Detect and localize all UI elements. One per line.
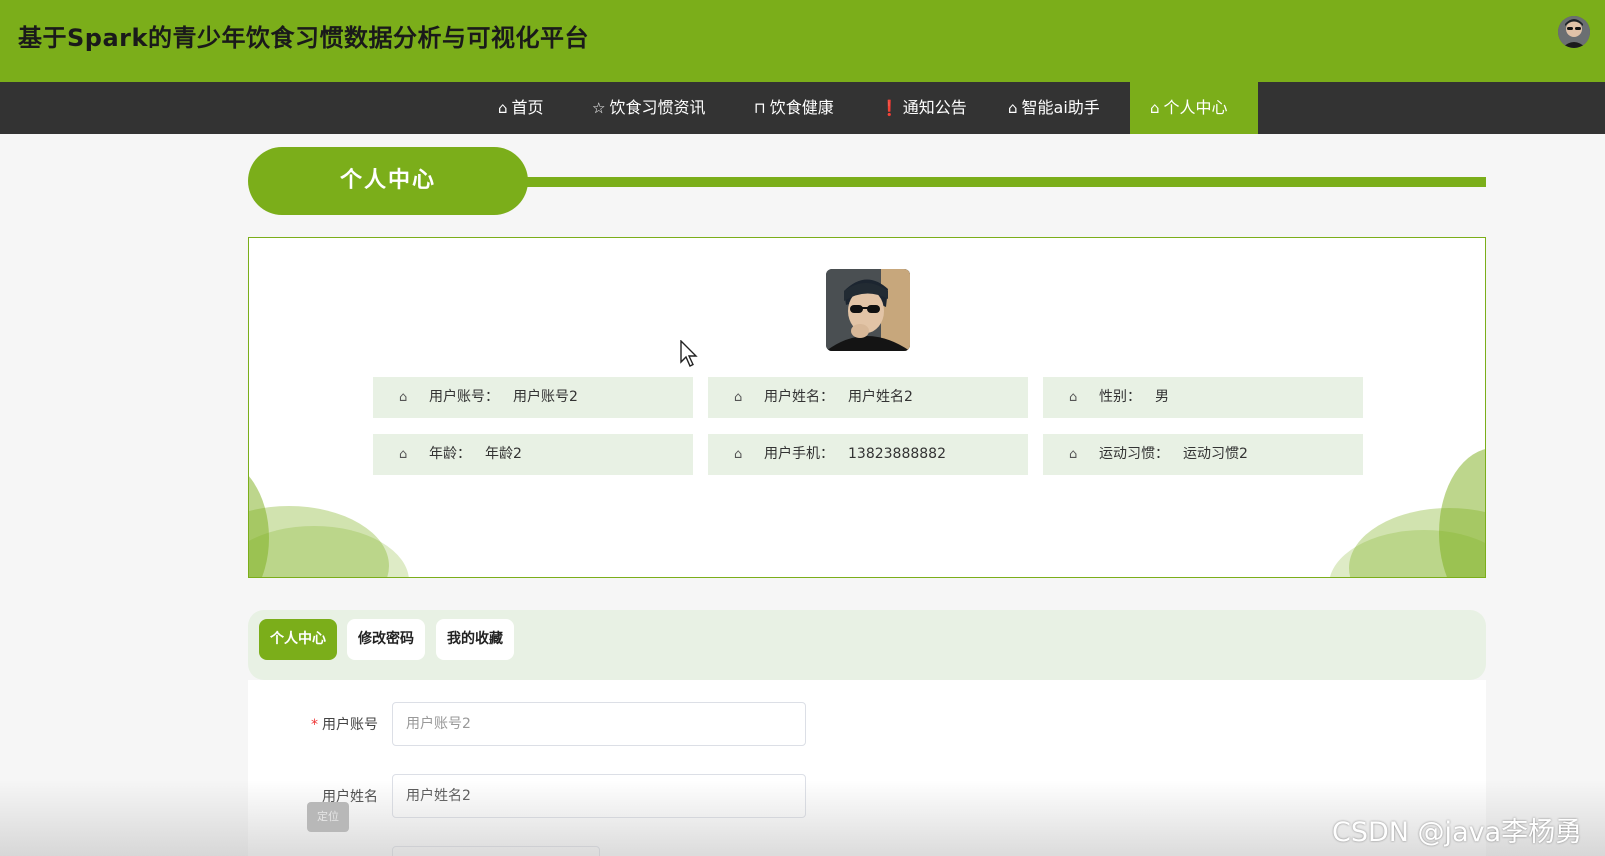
profile-form: * 用户账号 用户账号2 用户姓名 用户姓名2 <box>248 680 1486 856</box>
nav-item-label: 个人中心 <box>1163 98 1228 117</box>
avatar-image <box>1558 16 1590 48</box>
top-header-bar: 基于Spark的青少年饮食习惯数据分析与可视化平台 <box>0 0 1605 82</box>
home-icon: ⌂ <box>734 390 743 405</box>
field-label: 用户手机： <box>764 446 834 462</box>
tab-personal-center[interactable]: 个人中心 <box>259 619 337 660</box>
required-marker: * <box>311 717 318 733</box>
info-field-phone: ⌂ 用户手机： 13823888882 <box>708 434 1028 475</box>
section-header: 个人中心 <box>248 147 1486 215</box>
home-icon: ⌂ <box>399 390 408 405</box>
nav-item-label: 首页 <box>511 98 544 117</box>
nav-item-label: 饮食习惯资讯 <box>609 98 706 117</box>
main-nav: ⌂ 首页 ☆ 饮食习惯资讯 ⊓ 饮食健康 ❗ 通知公告 ⌂ 智能ai助手 ⌂ 个人中心 <box>0 82 1605 134</box>
field-value: 用户姓名2 <box>848 389 913 405</box>
tab-my-favorites[interactable]: 我的收藏 <box>436 619 514 660</box>
info-field-exercise: ⌂ 运动习惯： 运动习惯2 <box>1043 434 1363 475</box>
field-value: 男 <box>1155 389 1169 405</box>
watermark: CSDN @java李杨勇 <box>1332 817 1583 848</box>
info-field-age: ⌂ 年龄： 年龄2 <box>373 434 693 475</box>
home-icon: ⌂ <box>399 447 408 462</box>
field-value: 用户账号2 <box>513 389 578 405</box>
account-input[interactable]: 用户账号2 <box>392 702 806 746</box>
star-icon: ☆ <box>592 99 606 117</box>
nav-item-personal-center[interactable]: ⌂ 个人中心 <box>1130 82 1258 134</box>
profile-avatar <box>826 269 910 351</box>
decor-leaf <box>1439 448 1485 577</box>
field-value: 年龄2 <box>485 446 522 462</box>
account-label: * 用户账号 <box>248 714 378 734</box>
user-avatar[interactable] <box>1558 16 1590 48</box>
field-value: 运动习惯2 <box>1183 446 1248 462</box>
nav-item-label: 饮食健康 <box>769 98 834 117</box>
field-label: 用户姓名： <box>764 389 834 405</box>
nav-item-diet-news[interactable]: ☆ 饮食习惯资讯 <box>572 82 725 134</box>
home-icon: ⌂ <box>498 99 508 117</box>
site-title: 基于Spark的青少年饮食习惯数据分析与可视化平台 <box>18 24 589 52</box>
mouse-cursor-icon <box>680 340 698 367</box>
nav-item-label: 通知公告 <box>902 98 967 117</box>
field-label: 用户账号： <box>429 389 499 405</box>
account-label-text: 用户账号 <box>322 717 378 733</box>
nav-item-notices[interactable]: ❗ 通知公告 <box>860 82 987 134</box>
field-label: 年龄： <box>429 446 471 462</box>
field-label: 性别： <box>1099 389 1141 405</box>
next-field-input[interactable] <box>392 846 600 856</box>
field-label: 运动习惯： <box>1099 446 1169 462</box>
bag-icon: ⊓ <box>754 99 766 117</box>
profile-tabs: 个人中心 修改密码 我的收藏 <box>248 610 1486 680</box>
home-icon: ⌂ <box>1069 390 1078 405</box>
nav-item-label: 智能ai助手 <box>1021 98 1100 117</box>
info-field-name: ⌂ 用户姓名： 用户姓名2 <box>708 377 1028 418</box>
section-divider-line <box>508 177 1486 187</box>
info-field-account: ⌂ 用户账号： 用户账号2 <box>373 377 693 418</box>
nav-item-diet-health[interactable]: ⊓ 饮食健康 <box>734 82 854 134</box>
field-value: 13823888882 <box>848 446 946 462</box>
avatar-image <box>826 269 910 351</box>
tab-change-password[interactable]: 修改密码 <box>347 619 425 660</box>
name-input[interactable]: 用户姓名2 <box>392 774 806 818</box>
home-icon: ⌂ <box>1008 99 1018 117</box>
decor-leaf <box>249 458 269 577</box>
home-icon: ⌂ <box>1069 447 1078 462</box>
alert-icon: ❗ <box>880 99 899 117</box>
section-title: 个人中心 <box>248 147 528 215</box>
home-icon: ⌂ <box>1150 99 1160 117</box>
decor-leaf <box>249 526 409 577</box>
nav-item-home[interactable]: ⌂ 首页 <box>478 82 564 134</box>
home-icon: ⌂ <box>734 447 743 462</box>
info-field-gender: ⌂ 性别： 男 <box>1043 377 1363 418</box>
profile-card: ⌂ 用户账号： 用户账号2 ⌂ 用户姓名： 用户姓名2 ⌂ 性别： 男 ⌂ 年龄： 年龄2 ⌂ 用… <box>248 237 1486 578</box>
nav-item-ai-assistant[interactable]: ⌂ 智能ai助手 <box>988 82 1120 134</box>
locate-button[interactable]: 定位 <box>307 802 349 832</box>
